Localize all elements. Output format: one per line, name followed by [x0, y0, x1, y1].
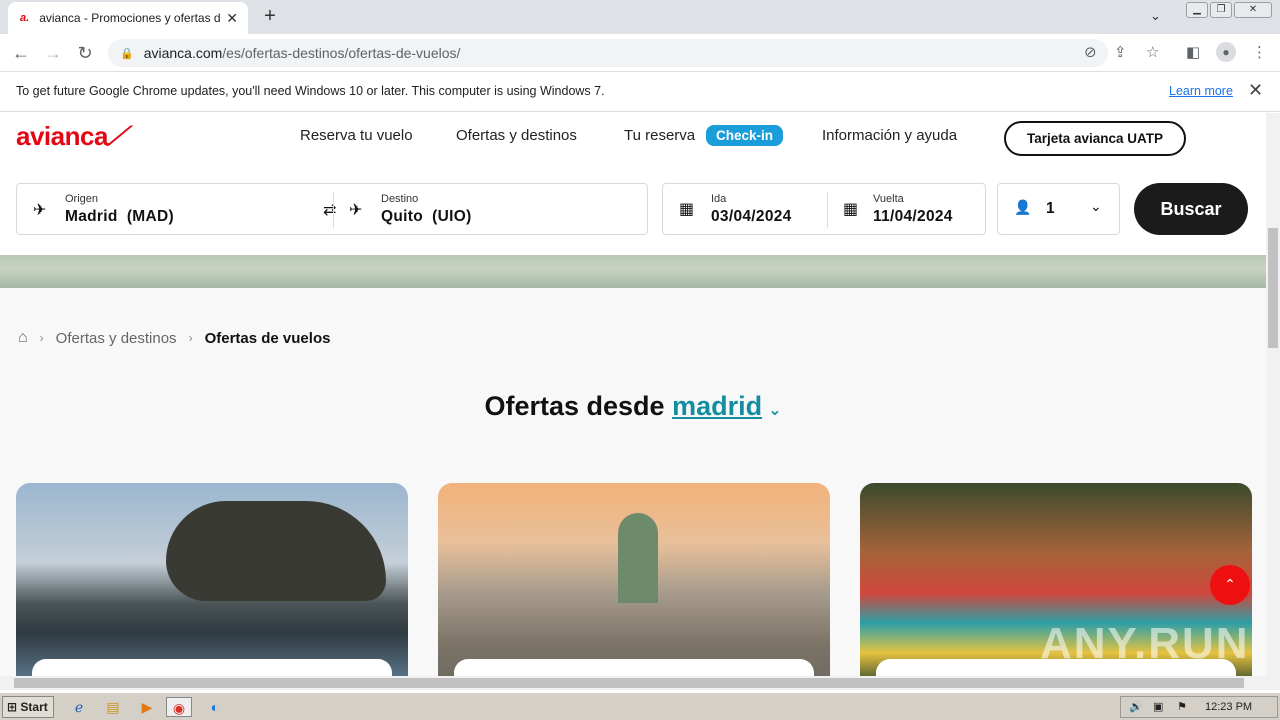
destination-label: Destino: [381, 193, 419, 205]
avianca-favicon-icon: a.: [20, 12, 30, 24]
card-image-rock: [166, 501, 386, 601]
offer-card[interactable]: [438, 483, 830, 676]
breadcrumb-ofertas-destinos[interactable]: Ofertas y destinos: [56, 330, 177, 347]
chrome-menu-icon[interactable]: ⋮: [1252, 43, 1267, 61]
url-domain: avianca.com: [143, 45, 223, 61]
site-header: avianca⟋ Reserva tu vuelo Ofertas y dest…: [0, 113, 1266, 175]
vertical-scrollbar[interactable]: [1266, 113, 1280, 676]
passengers-select[interactable]: 👤 1 ⌄: [997, 183, 1120, 235]
windows-taskbar: ⊞ Start ℯ ▤ ▶ ◉ ◐ 🔊 ▣ ⚑ 12:23 PM: [0, 692, 1280, 720]
horizontal-scroll-thumb[interactable]: [14, 678, 1244, 688]
vertical-scroll-thumb[interactable]: [1268, 228, 1278, 348]
dates-divider: [827, 192, 828, 228]
home-icon[interactable]: ⌂: [18, 329, 28, 347]
return-calendar-icon: ▦: [843, 201, 859, 218]
origin-city-selector[interactable]: madrid: [672, 391, 762, 421]
route-divider: [333, 192, 334, 228]
uatp-card-button[interactable]: Tarjeta avianca UATP: [1004, 121, 1186, 156]
clock[interactable]: 12:23 PM: [1205, 701, 1252, 713]
chrome-taskbar-icon[interactable]: ◉: [166, 697, 192, 717]
search-button[interactable]: Buscar: [1134, 183, 1248, 235]
infobar-message: To get future Google Chrome updates, you…: [16, 84, 605, 98]
tab-search-chevron-icon[interactable]: ⌄: [1150, 8, 1161, 24]
tab-strip: a. avianca - Promociones y ofertas de ✕ …: [0, 0, 1280, 34]
share-icon[interactable]: ⇪: [1114, 43, 1127, 61]
scroll-to-top-button[interactable]: ⌃: [1210, 565, 1250, 605]
add-passenger-icon: 👤: [1014, 199, 1032, 215]
horizontal-scrollbar[interactable]: [0, 676, 1280, 690]
return-label: Vuelta: [873, 193, 904, 205]
dates-field-group: ▦ Ida 03/04/2024 ▦ Vuelta 11/04/2024: [662, 183, 986, 235]
system-tray: 🔊 ▣ ⚑ 12:23 PM: [1120, 696, 1278, 718]
bookmark-star-icon[interactable]: ☆: [1146, 43, 1159, 61]
offer-card-info: [454, 659, 814, 676]
depart-calendar-icon: ▦: [679, 201, 695, 218]
offers-heading-prefix: Ofertas desde: [484, 391, 665, 421]
media-player-icon[interactable]: ▶: [134, 697, 160, 717]
checkin-button[interactable]: Check-in: [706, 125, 784, 146]
swap-route-icon[interactable]: ⇄: [323, 200, 336, 220]
address-bar[interactable]: 🔒 avianca.com/es/ofertas-destinos/oferta…: [108, 39, 1108, 67]
lock-icon[interactable]: 🔒: [120, 47, 134, 60]
learn-more-link[interactable]: Learn more: [1169, 84, 1233, 98]
browser-toolbar: ← → ↻ 🔒 avianca.com/es/ofertas-destinos/…: [0, 34, 1280, 72]
route-field-group: ✈ Origen Madrid (MAD) ⇄ ✈ Destino Quito …: [16, 183, 648, 235]
origin-input[interactable]: Madrid (MAD): [65, 208, 174, 226]
logo-text: avianca: [16, 121, 108, 151]
web-page: avianca⟋ Reserva tu vuelo Ofertas y dest…: [0, 113, 1266, 676]
profile-avatar-icon[interactable]: ●: [1216, 42, 1236, 62]
depart-date-input[interactable]: 03/04/2024: [711, 208, 792, 226]
start-label: Start: [20, 700, 48, 714]
side-panel-icon[interactable]: ◧: [1186, 43, 1200, 61]
breadcrumb-separator-icon: ›: [39, 331, 44, 345]
avianca-logo[interactable]: avianca⟋: [16, 121, 133, 153]
windows-logo-icon: ⊞: [7, 700, 18, 714]
logo-wing-icon: ⟋: [104, 121, 134, 151]
return-date-input[interactable]: 11/04/2024: [873, 208, 953, 226]
flight-search-widget: ✈ Origen Madrid (MAD) ⇄ ✈ Destino Quito …: [0, 175, 1266, 255]
back-arrow-icon[interactable]: ←: [10, 42, 32, 64]
new-tab-button[interactable]: +: [258, 4, 282, 28]
blocked-content-icon[interactable]: ⊘: [1084, 43, 1097, 61]
breadcrumb: ⌂ › Ofertas y destinos › Ofertas de vuel…: [18, 329, 330, 347]
tab-title: avianca - Promociones y ofertas de: [39, 11, 221, 25]
offer-card[interactable]: [16, 483, 408, 676]
minimize-window-button[interactable]: ▁: [1186, 2, 1208, 18]
offer-card-info: [32, 659, 392, 676]
internet-explorer-icon[interactable]: ℯ: [66, 697, 92, 717]
chevron-down-icon[interactable]: ⌄: [768, 402, 781, 419]
forward-arrow-icon[interactable]: →: [42, 42, 64, 64]
breadcrumb-separator-icon: ›: [188, 331, 193, 345]
action-center-flag-icon[interactable]: ⚑: [1177, 697, 1187, 717]
nav-informacion-ayuda[interactable]: Información y ayuda: [822, 127, 957, 144]
reload-icon[interactable]: ↻: [74, 42, 96, 64]
breadcrumb-current: Ofertas de vuelos: [204, 329, 331, 347]
browser-tab[interactable]: a. avianca - Promociones y ofertas de ✕: [8, 2, 248, 34]
chevron-down-icon: ⌄: [1090, 198, 1102, 214]
edge-icon[interactable]: ◐: [202, 697, 228, 717]
hero-banner-image: [0, 255, 1266, 288]
close-tab-icon[interactable]: ✕: [226, 10, 238, 27]
anyrun-watermark: ANY.RUN: [1040, 619, 1250, 668]
offers-heading: Ofertas desde madrid ⌄: [0, 391, 1266, 422]
depart-label: Ida: [711, 193, 727, 205]
passenger-count: 1: [1046, 200, 1055, 217]
destination-input[interactable]: Quito (UIO): [381, 208, 472, 226]
arrival-plane-icon: ✈: [349, 202, 363, 219]
nav-reserva-vuelo[interactable]: Reserva tu vuelo: [300, 127, 413, 144]
file-explorer-icon[interactable]: ▤: [100, 697, 126, 717]
restore-window-button[interactable]: ❐: [1210, 2, 1232, 18]
nav-ofertas-destinos[interactable]: Ofertas y destinos: [456, 127, 577, 144]
close-window-button[interactable]: ✕: [1234, 2, 1272, 18]
origin-label: Origen: [65, 193, 99, 205]
close-infobar-icon[interactable]: ✕: [1248, 80, 1263, 101]
departure-plane-icon: ✈: [33, 202, 47, 219]
network-icon[interactable]: ▣: [1153, 697, 1163, 717]
card-image-dome: [618, 513, 658, 603]
nav-tu-reserva[interactable]: Tu reserva: [624, 127, 695, 144]
start-button[interactable]: ⊞ Start: [2, 696, 54, 718]
url-path: /es/ofertas-destinos/ofertas-de-vuelos/: [222, 45, 461, 61]
volume-icon[interactable]: 🔊: [1129, 697, 1143, 717]
update-infobar: To get future Google Chrome updates, you…: [0, 72, 1280, 112]
